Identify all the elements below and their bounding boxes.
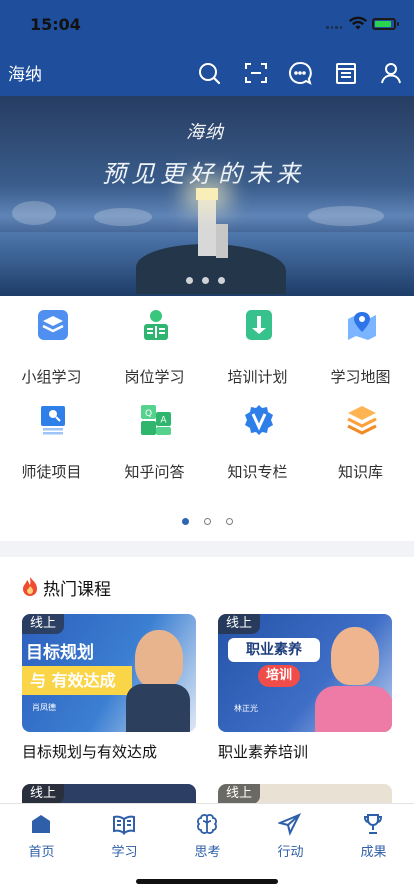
app-bar: 海纳 — [0, 48, 414, 96]
menu-page-dot-active[interactable] — [182, 518, 189, 525]
message-icon[interactable] — [288, 61, 312, 85]
menu-item-training-plan[interactable]: 培训计划 — [206, 296, 309, 386]
tab-think[interactable]: 思考 — [166, 812, 249, 862]
banner-dot[interactable] — [202, 277, 209, 284]
menu-item-learning-map[interactable]: 学习地图 — [309, 296, 412, 386]
menu-pagination — [182, 518, 233, 525]
menu-item-qa[interactable]: QA 知乎问答 — [103, 391, 206, 481]
menu-item-label: 知乎问答 — [124, 463, 185, 481]
user-icon[interactable] — [379, 61, 403, 85]
home-icon — [32, 815, 50, 833]
course-poster-title: 目标规划 — [26, 643, 94, 663]
menu-page-dot[interactable] — [204, 518, 211, 525]
banner-title: 海纳 — [186, 122, 224, 143]
menu-item-label: 师徒项目 — [21, 463, 82, 481]
tab-home[interactable]: 首页 — [0, 812, 83, 862]
send-icon — [278, 813, 302, 836]
svg-text:Q: Q — [145, 409, 152, 419]
course-title[interactable]: 目标规划与有效达成 — [22, 741, 157, 762]
reader-icon — [144, 310, 168, 340]
course-instructor: 肖凤德 — [32, 703, 56, 712]
menu-item-label: 小组学习 — [21, 368, 82, 386]
tab-label: 成果 — [360, 845, 387, 860]
svg-text:A: A — [160, 416, 167, 426]
course-card[interactable]: 职业素养 培训 林正光 线上 — [218, 614, 392, 732]
tab-label: 行动 — [277, 845, 304, 860]
status-bar: 15:04 — [0, 0, 414, 48]
course-tag: 线上 — [218, 614, 260, 634]
app-brand-title: 海纳 — [8, 65, 42, 85]
tab-results[interactable]: 成果 — [332, 812, 414, 862]
menu-item-group-study[interactable]: 小组学习 — [0, 296, 103, 386]
menu-item-knowledge-column[interactable]: 知识专栏 — [206, 391, 309, 481]
course-instructor-avatar — [135, 630, 183, 688]
menu-item-label: 岗位学习 — [124, 368, 185, 386]
course-title[interactable]: 职业素养培训 — [218, 741, 308, 762]
menu-item-label: 培训计划 — [227, 368, 288, 386]
course-poster-subtitle: 与 有效达成 — [22, 666, 132, 695]
qa-icon: QA — [141, 405, 171, 435]
banner-dot[interactable] — [218, 277, 225, 284]
course-tag: 线上 — [218, 784, 260, 804]
course-instructor-avatar — [331, 627, 379, 685]
banner-lighthouse — [198, 196, 216, 256]
tab-study[interactable]: 学习 — [83, 812, 166, 862]
lighthouse-light — [196, 188, 218, 200]
battery-icon — [372, 18, 399, 30]
menu-item-knowledge-base[interactable]: 知识库 — [309, 391, 412, 481]
wifi-icon — [348, 16, 368, 30]
course-tag: 线上 — [22, 784, 64, 804]
section-divider — [0, 541, 414, 557]
tab-label: 学习 — [111, 845, 138, 860]
top-header: 15:04 海纳 — [0, 0, 414, 96]
trophy-icon — [363, 814, 383, 834]
v-badge-icon — [245, 405, 273, 435]
menu-item-label: 知识库 — [337, 463, 383, 481]
course-instructor: 林正光 — [234, 704, 258, 713]
brain-icon — [197, 814, 217, 834]
mentor-icon — [41, 406, 65, 435]
home-indicator[interactable] — [136, 879, 278, 884]
book-icon — [113, 815, 135, 835]
tab-label: 首页 — [28, 845, 55, 860]
download-icon — [246, 310, 272, 340]
menu-item-post-study[interactable]: 岗位学习 — [103, 296, 206, 386]
search-icon[interactable] — [197, 61, 221, 85]
menu-page-dot[interactable] — [226, 518, 233, 525]
course-poster-subtitle: 培训 — [258, 665, 300, 687]
scan-icon[interactable] — [244, 61, 268, 85]
banner-pagination — [186, 277, 225, 284]
banner-carousel[interactable]: 海纳 预见更好的未来 — [0, 96, 414, 296]
banner-dot[interactable] — [186, 277, 193, 284]
menu-item-label: 学习地图 — [330, 368, 391, 386]
tab-action[interactable]: 行动 — [249, 812, 332, 862]
cellular-signal-icon — [326, 26, 342, 30]
layers-icon — [38, 310, 68, 340]
calendar-icon[interactable] — [334, 61, 358, 85]
banner-lighthouse-annex — [216, 224, 228, 258]
map-pin-icon — [348, 312, 376, 340]
course-poster-title: 职业素养 — [228, 638, 320, 662]
menu-item-label: 知识专栏 — [227, 463, 288, 481]
banner-slogan: 预见更好的未来 — [102, 160, 305, 188]
tab-label: 思考 — [194, 845, 221, 860]
stack-icon — [347, 406, 377, 435]
section-title: 热门课程 — [43, 580, 111, 600]
flame-icon — [23, 577, 37, 596]
status-time: 15:04 — [30, 15, 81, 34]
course-tag: 线上 — [22, 614, 64, 634]
course-card[interactable]: 目标规划 与 有效达成 肖凤德 线上 — [22, 614, 196, 732]
feature-grid: 小组学习 岗位学习 培训计划 学习地图 师徒项目 QA 知乎问答 知识专栏 知识… — [0, 296, 414, 541]
menu-item-mentor-project[interactable]: 师徒项目 — [0, 391, 103, 481]
